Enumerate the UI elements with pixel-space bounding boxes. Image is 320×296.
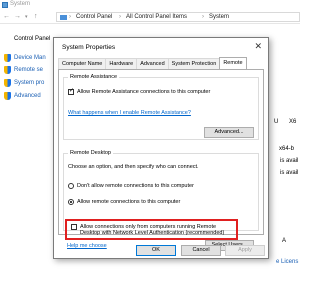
cancel-button[interactable]: Cancel: [181, 245, 221, 256]
allow-remote-assistance-checkbox[interactable]: [68, 87, 74, 95]
nla-checkbox[interactable]: [71, 224, 77, 230]
shield-icon: [4, 66, 11, 74]
recent-locations-chevron-icon[interactable]: ▾: [25, 14, 28, 20]
system-window-titlebar: System: [0, 0, 300, 10]
bg-text-fragment: U: [274, 119, 279, 125]
nla-label: Allow connections only from computers ru…: [80, 224, 224, 236]
breadcrumb-separator-icon: ›: [69, 14, 71, 20]
group-title: Remote Assistance: [68, 74, 120, 80]
allow-remote-assistance-row[interactable]: Allow Remote Assistance connections to t…: [68, 87, 211, 95]
remote-tab-panel: Remote Assistance Allow Remote Assistanc…: [58, 69, 264, 251]
left-link-label: Device Man: [14, 55, 46, 61]
bg-text-fragment: X6: [289, 119, 297, 125]
left-link-device-manager[interactable]: Device Man: [4, 54, 46, 62]
breadcrumb-separator-icon: ›: [202, 14, 204, 20]
breadcrumb-separator-icon: ›: [119, 14, 121, 20]
allow-option-row[interactable]: Allow remote connections to this compute…: [68, 199, 180, 205]
tab-advanced[interactable]: Advanced: [136, 58, 169, 69]
group-title: Remote Desktop: [68, 150, 113, 156]
bg-text-fragment: is avail: [280, 170, 299, 176]
tab-system-protection[interactable]: System Protection: [167, 58, 221, 69]
system-window-title: System: [10, 1, 31, 7]
dialog-title: System Properties: [62, 44, 116, 51]
left-link-label: Advanced: [14, 93, 41, 99]
checkbox-label: Allow Remote Assistance connections to t…: [77, 89, 211, 95]
shield-icon: [4, 79, 11, 87]
shield-icon: [4, 92, 11, 100]
breadcrumb-control-panel[interactable]: Control Panel: [76, 14, 112, 20]
dont-allow-radio[interactable]: [68, 183, 74, 189]
left-link-system-protection[interactable]: System pro: [4, 79, 44, 87]
bg-link-fragment[interactable]: e Licens: [276, 259, 298, 265]
left-link-label: Remote se: [14, 67, 44, 73]
dont-allow-option-row[interactable]: Don't allow remote connections to this c…: [68, 183, 194, 189]
tab-hardware[interactable]: Hardware: [105, 58, 138, 69]
screen: System ← → ▾ ↑ › Control Panel › All Con…: [0, 0, 300, 296]
breadcrumb-all-items[interactable]: All Control Panel Items: [126, 14, 187, 20]
tab-strip: Computer Name Hardware Advanced System P…: [58, 57, 247, 69]
up-arrow-icon[interactable]: ↑: [34, 13, 38, 20]
breadcrumb-system[interactable]: System: [209, 14, 229, 20]
remote-assistance-help-link[interactable]: What happens when I enable Remote Assist…: [68, 110, 191, 116]
address-bar-row: ← → ▾ ↑ › Control Panel › All Control Pa…: [0, 10, 300, 24]
bg-text-fragment: A: [282, 238, 287, 244]
control-panel-home-link[interactable]: Control Panel: [14, 36, 50, 42]
bg-text-fragment: x64-b: [279, 146, 295, 152]
nla-option-row[interactable]: Allow connections only from computers ru…: [71, 224, 224, 236]
back-arrow-icon[interactable]: ←: [3, 13, 10, 20]
address-bar[interactable]: › Control Panel › All Control Panel Item…: [56, 12, 300, 22]
advanced-button[interactable]: Advanced...: [204, 127, 254, 138]
forward-arrow-icon[interactable]: →: [14, 13, 21, 20]
remote-desktop-instruction: Choose an option, and then specify who c…: [68, 164, 199, 170]
left-link-remote-settings[interactable]: Remote se: [4, 66, 43, 74]
bg-text-fragment: is avail: [280, 158, 299, 164]
ok-button[interactable]: OK: [136, 245, 176, 256]
close-icon[interactable]: ✕: [254, 41, 262, 52]
system-window-icon: [2, 2, 8, 8]
system-properties-dialog: System Properties ✕ Computer Name Hardwa…: [53, 37, 269, 259]
help-me-choose-link[interactable]: Help me choose: [67, 243, 107, 249]
radio-label: Allow remote connections to this compute…: [77, 199, 181, 205]
nla-label-line2: Desktop with Network Level Authenticatio…: [80, 230, 225, 236]
allow-radio[interactable]: [68, 199, 74, 205]
tab-remote[interactable]: Remote: [219, 57, 247, 69]
apply-button[interactable]: Apply: [225, 245, 265, 256]
tab-computer-name[interactable]: Computer Name: [58, 58, 107, 69]
shield-icon: [4, 54, 11, 62]
radio-label: Don't allow remote connections to this c…: [77, 183, 194, 189]
left-link-advanced[interactable]: Advanced: [4, 92, 41, 100]
control-panel-icon: [60, 15, 67, 20]
left-link-label: System pro: [14, 80, 45, 86]
